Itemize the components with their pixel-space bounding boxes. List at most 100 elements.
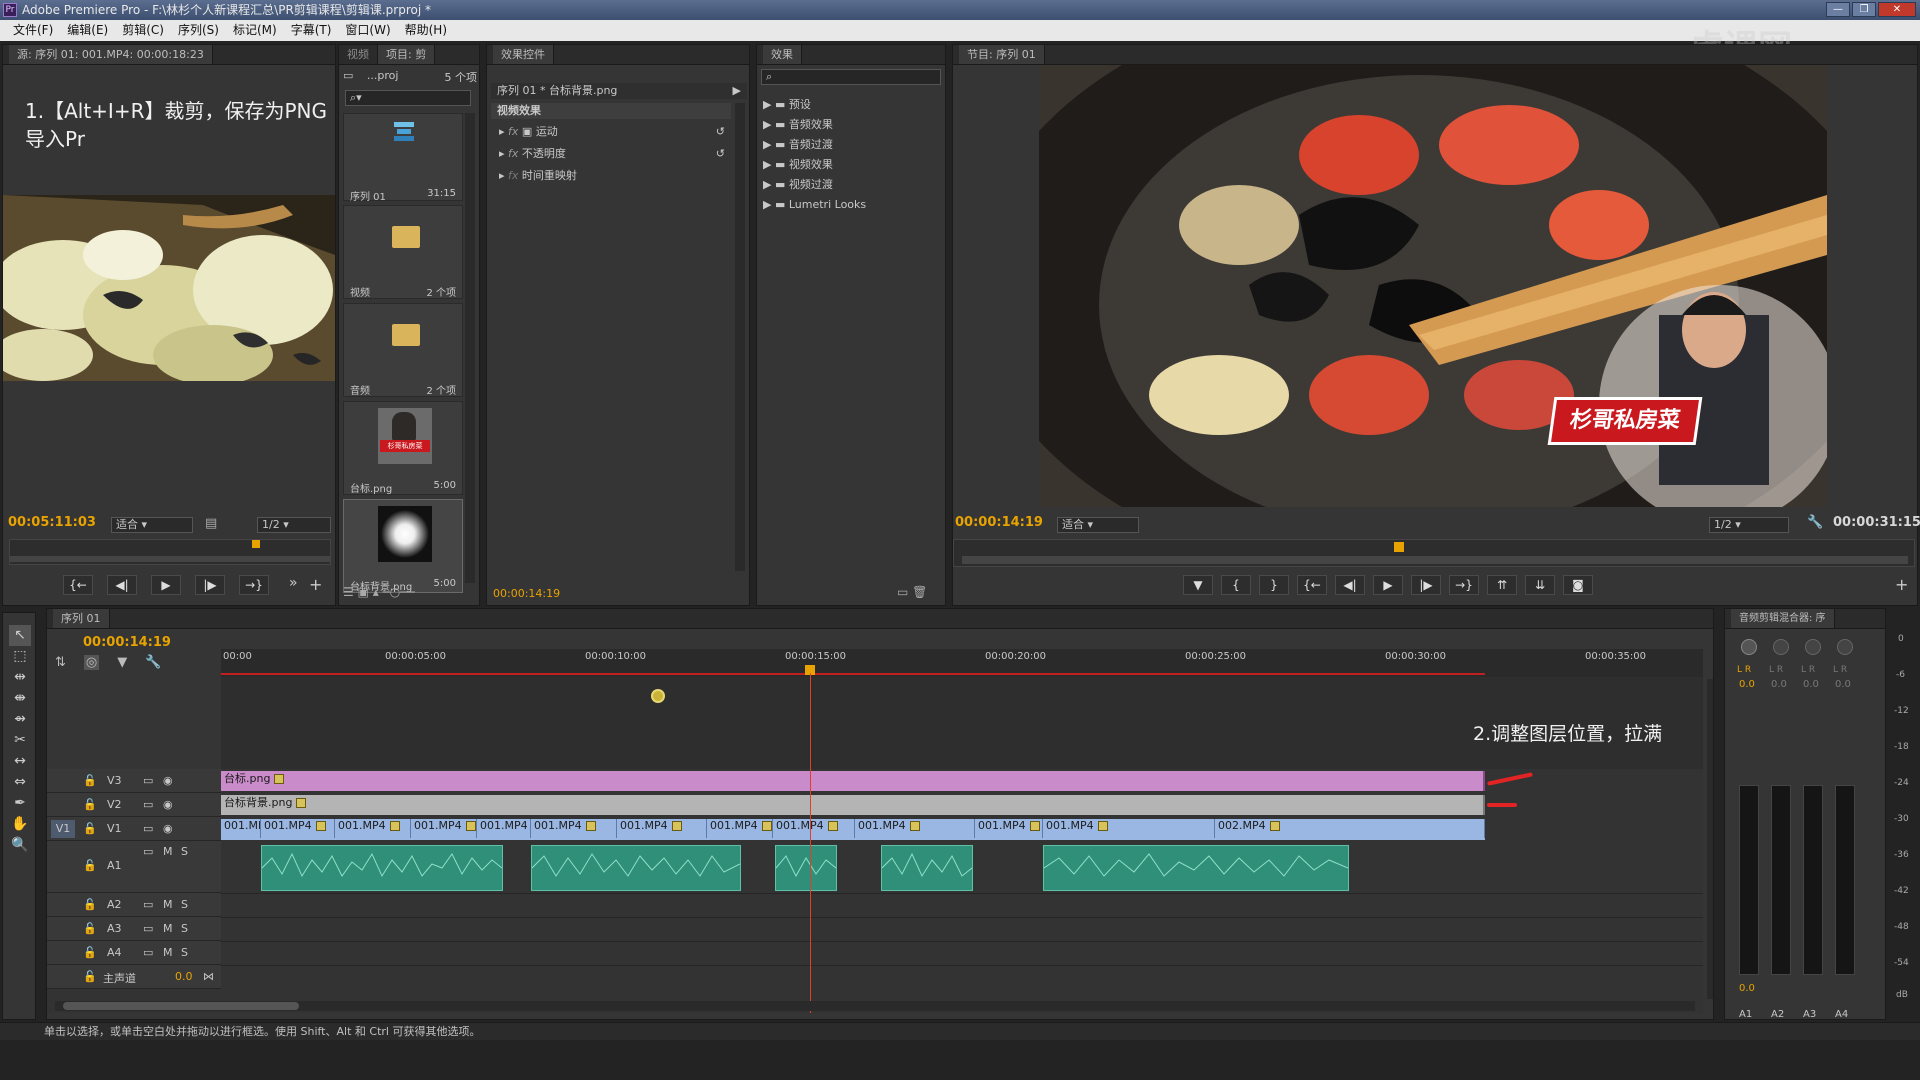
- lock-icon[interactable]: 🔓: [83, 798, 97, 811]
- go-to-out-icon[interactable]: →}: [1449, 575, 1479, 595]
- work-area-bar[interactable]: [221, 673, 1485, 675]
- new-bin-icon[interactable]: ▭ 🗑: [897, 585, 927, 599]
- pan-knob-icon[interactable]: [1773, 639, 1789, 655]
- clip-001-mp4[interactable]: 001.MP: [221, 819, 261, 838]
- ripple-edit-tool-icon[interactable]: ⇹: [9, 667, 31, 688]
- effects-folder-video-effects[interactable]: ▶ ▬ 视频效果: [763, 155, 933, 175]
- project-search-input[interactable]: ⌕▾: [345, 90, 471, 106]
- menu-sequence[interactable]: 序列(S): [171, 20, 226, 41]
- audio-clip[interactable]: [531, 845, 741, 891]
- selection-tool-icon[interactable]: ↖: [9, 625, 31, 646]
- clip-001-mp4[interactable]: 001.MP4: [1043, 819, 1215, 838]
- program-add-icon[interactable]: +: [1895, 575, 1908, 594]
- mute-button[interactable]: M: [163, 946, 173, 959]
- maximize-button[interactable]: ❐: [1852, 2, 1876, 17]
- program-zoom-bar[interactable]: [962, 556, 1908, 564]
- snap-icon[interactable]: ⇅: [55, 655, 66, 670]
- effect-row-opacity[interactable]: ▸ fx 不透明度 ↺: [491, 145, 731, 163]
- sync-icon[interactable]: ▭: [143, 898, 153, 911]
- film-icon[interactable]: ▭: [143, 822, 153, 835]
- rate-stretch-tool-icon[interactable]: ⇴: [9, 709, 31, 730]
- solo-button[interactable]: S: [181, 946, 188, 959]
- program-scrubber[interactable]: [953, 539, 1915, 567]
- timeline-ruler[interactable]: 00:00 00:00:05:00 00:00:10:00 00:00:15:0…: [221, 649, 1703, 677]
- master-value[interactable]: 0.0: [175, 970, 193, 983]
- audio-mixer-tab[interactable]: 音频剪辑混合器: 序: [1731, 609, 1835, 628]
- step-back-icon[interactable]: ◀|: [1335, 575, 1365, 595]
- clip-001-mp4[interactable]: 001.MP4: [707, 819, 773, 838]
- menu-marker[interactable]: 标记(M): [226, 20, 284, 41]
- clip-001-mp4[interactable]: 001.MP4: [773, 819, 855, 838]
- source-more-icon[interactable]: »: [289, 575, 298, 591]
- list-view-icon[interactable]: ☰ ▣ ▴ ─○──: [343, 585, 415, 599]
- effects-tab[interactable]: 效果: [763, 45, 802, 64]
- audio-clip[interactable]: [881, 845, 973, 891]
- audio-clip[interactable]: [1043, 845, 1349, 891]
- add-marker-icon[interactable]: ▼: [1183, 575, 1213, 595]
- playhead-line[interactable]: [810, 673, 811, 1013]
- program-fit-dropdown[interactable]: 适合 ▾: [1057, 517, 1139, 533]
- timeline-v-scrollbar[interactable]: [1707, 679, 1713, 999]
- source-mark-out-icon[interactable]: →}: [239, 575, 269, 595]
- add-marker-icon[interactable]: ▼: [117, 655, 127, 670]
- expand-icon[interactable]: ▶: [733, 83, 741, 99]
- effects-folder-audio-transitions[interactable]: ▶ ▬ 音频过渡: [763, 135, 933, 155]
- lift-icon[interactable]: ⇈: [1487, 575, 1517, 595]
- timeline-tab[interactable]: 序列 01: [53, 609, 110, 628]
- lock-icon[interactable]: 🔓: [83, 822, 97, 835]
- source-fit-dropdown[interactable]: 适合 ▾: [111, 517, 193, 533]
- source-scrubber[interactable]: [9, 539, 331, 565]
- minimize-button[interactable]: —: [1826, 2, 1850, 17]
- play-icon[interactable]: ▶: [1373, 575, 1403, 595]
- effects-folder-lumetri[interactable]: ▶ ▬ Lumetri Looks: [763, 195, 933, 215]
- zoom-tool-icon[interactable]: 🔍: [9, 835, 31, 856]
- source-add-icon[interactable]: +: [309, 575, 322, 594]
- effects-folder-audio-effects[interactable]: ▶ ▬ 音频效果: [763, 115, 933, 135]
- lock-icon[interactable]: 🔓: [83, 859, 97, 872]
- lock-icon[interactable]: 🔓: [83, 774, 97, 787]
- project-item-logo-bg-png[interactable]: 台标背景.png 5:00: [343, 499, 463, 593]
- reset-icon[interactable]: ↺: [716, 123, 725, 141]
- effect-controls-scrollbar[interactable]: [735, 103, 745, 571]
- eye-icon[interactable]: ◉: [163, 822, 173, 835]
- settings-icon[interactable]: ▤: [205, 516, 217, 531]
- pan-value[interactable]: 0.0: [1739, 679, 1755, 690]
- timeline-settings-icon[interactable]: 🔧: [145, 655, 161, 670]
- project-item-logo-png[interactable]: 杉哥私房菜 台标.png 5:00: [343, 401, 463, 495]
- tab-project[interactable]: 项目: 剪: [378, 45, 436, 64]
- clip-002-mp4[interactable]: 002.MP4: [1215, 819, 1485, 838]
- mute-button[interactable]: M: [163, 845, 173, 858]
- menu-help[interactable]: 帮助(H): [398, 20, 454, 41]
- program-tab[interactable]: 节目: 序列 01: [959, 45, 1045, 64]
- solo-button[interactable]: S: [181, 845, 188, 858]
- solo-button[interactable]: S: [181, 898, 188, 911]
- source-zoom-bar[interactable]: [10, 556, 330, 562]
- razor-tool-icon[interactable]: ✂: [9, 730, 31, 751]
- close-button[interactable]: ✕: [1878, 2, 1916, 17]
- pan-knob-icon[interactable]: [1837, 639, 1853, 655]
- project-item-audio-bin[interactable]: 音频 2 个项: [343, 303, 463, 397]
- audio-clip[interactable]: [261, 845, 503, 891]
- solo-button[interactable]: S: [181, 922, 188, 935]
- clip-001-mp4[interactable]: 001.MP4: [261, 819, 335, 838]
- timeline-timecode[interactable]: 00:00:14:19: [83, 635, 171, 650]
- film-icon[interactable]: ▭: [143, 798, 153, 811]
- volume-value[interactable]: 0.0: [1739, 983, 1755, 994]
- effects-search-input[interactable]: ⌕: [761, 69, 941, 85]
- lock-icon[interactable]: 🔓: [83, 946, 97, 959]
- effects-folder-presets[interactable]: ▶ ▬ 预设: [763, 95, 933, 115]
- eye-icon[interactable]: ◉: [163, 798, 173, 811]
- hand-tool-icon[interactable]: ✋: [9, 814, 31, 835]
- source-tab[interactable]: 源: 序列 01: 001.MP4: 00:00:18:23: [9, 45, 213, 64]
- wrench-icon[interactable]: 🔧: [1807, 515, 1823, 530]
- slip-tool-icon[interactable]: ↔: [9, 751, 31, 772]
- project-item-video-bin[interactable]: 视频 2 个项: [343, 205, 463, 299]
- sync-icon[interactable]: ▭: [143, 946, 153, 959]
- pan-knob-icon[interactable]: [1805, 639, 1821, 655]
- clip-001-mp4[interactable]: 001.MP4: [975, 819, 1043, 838]
- menu-file[interactable]: 文件(F): [6, 20, 60, 41]
- timeline-scrollbar[interactable]: [55, 1001, 1695, 1011]
- project-scrollbar[interactable]: [465, 113, 475, 583]
- mark-out-icon[interactable]: }: [1259, 575, 1289, 595]
- source-playhead-icon[interactable]: [252, 540, 260, 548]
